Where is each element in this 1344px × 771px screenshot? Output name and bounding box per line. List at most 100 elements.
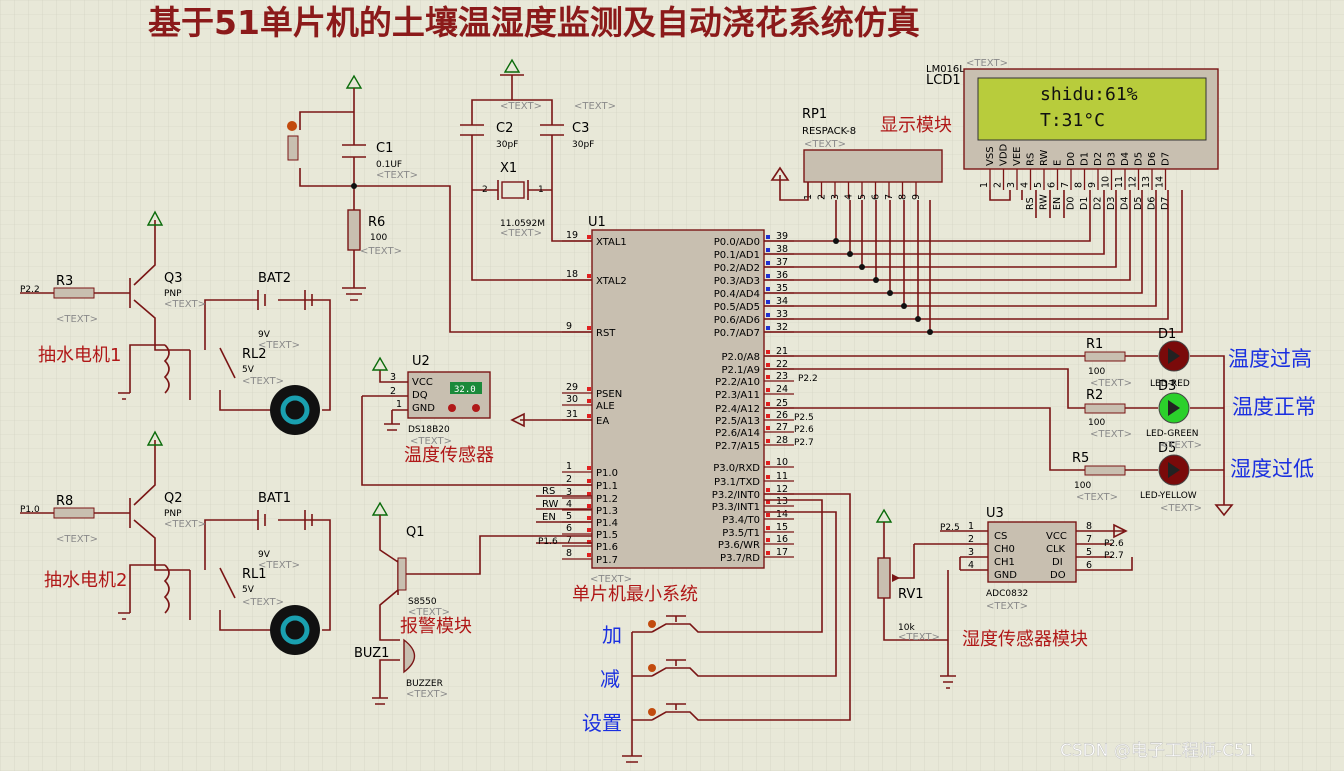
d3-text-tag: <TEXT> [1160, 440, 1202, 451]
rp1-model: RESPACK-8 [802, 126, 856, 137]
pin-marker [587, 516, 591, 520]
r3-ref: R3 [56, 274, 73, 289]
q2-val: PNP [164, 509, 182, 519]
r2-ref: R2 [1086, 388, 1103, 403]
mcu-pin-name: P2.1/A9 [721, 365, 760, 376]
r8-text-tag: <TEXT> [56, 534, 98, 545]
lcd-pin-name: E [1053, 160, 1064, 166]
lcd-pin-name: D7 [1161, 152, 1172, 166]
pin-marker [766, 461, 770, 465]
q3-text-tag: <TEXT> [164, 299, 206, 310]
mcu-pin-number: 16 [776, 534, 788, 545]
pin-marker [587, 479, 591, 483]
d3-val: LED-GREEN [1146, 429, 1199, 439]
mcu-pin-name: P0.6/AD6 [714, 315, 760, 326]
lcd-pin-name: VSS [985, 146, 996, 166]
mcu-pin-name: P1.1 [596, 481, 618, 492]
bat2-val: 9V [258, 330, 271, 340]
rp1-pin-number: 6 [871, 194, 882, 200]
mcu-pin-name: P3.0/RXD [713, 463, 760, 474]
humidity-sensor-label: 湿度传感器模块 [962, 629, 1088, 650]
pin-marker [766, 261, 770, 265]
lcd-pin-number: 2 [993, 182, 1004, 188]
r1-ref: R1 [1086, 337, 1103, 352]
lcd-pin-number: 1 [979, 182, 990, 188]
pin-marker [587, 235, 591, 239]
lcd-pin-name: D3 [1107, 152, 1118, 166]
u2-reading: 32.0 [454, 385, 476, 395]
mcu-pin-name: P1.3 [596, 506, 618, 517]
pin-marker [766, 526, 770, 530]
rv1-text-tag: <TEXT> [898, 632, 940, 643]
rp1-pin-number: 4 [844, 194, 855, 200]
mcu-pin-name: P0.0/AD0 [714, 237, 760, 248]
mcu-pin-name: P1.4 [596, 518, 618, 529]
rp1-pin-number: 9 [911, 194, 922, 200]
mcu-pin-name: P3.6/WR [718, 540, 760, 551]
r6-text-tag: <TEXT> [360, 246, 402, 257]
lcd-pin-number: 7 [1060, 182, 1071, 188]
lcd-pin-name: D6 [1147, 152, 1158, 166]
net-p10-motor: P1.0 [20, 505, 40, 515]
net-p27-mcu: P2.7 [794, 438, 814, 448]
r2-text-tag: <TEXT> [1090, 429, 1132, 440]
mcu-pin-number: 18 [566, 269, 578, 280]
pin-marker [766, 414, 770, 418]
mcu-pin-number: 5 [566, 511, 572, 522]
u2-pin-gnd: GND [412, 403, 435, 414]
mcu-pin-name: P3.3/INT1 [712, 502, 760, 513]
net-p22-motor: P2.2 [20, 285, 40, 295]
net-p25-mcu: P2.5 [794, 413, 814, 423]
mcu-pin-name: P2.6/A14 [715, 428, 760, 439]
pin-marker [587, 387, 591, 391]
mcu-pin-name: P0.5/AD5 [714, 302, 760, 313]
lcd-net-label: D4 [1120, 197, 1131, 210]
alarm-label: 报警模块 [400, 616, 472, 637]
mcu-pin-name: P1.2 [596, 494, 618, 505]
mcu-pin-name: P1.7 [596, 555, 618, 566]
rl1-ref: RL1 [242, 567, 267, 582]
pin-marker [766, 475, 770, 479]
led-humidity-low-label: 湿度过低 [1230, 457, 1314, 481]
rp1-pin-number: 2 [817, 194, 828, 200]
lcd-net-label: D7 [1160, 197, 1171, 210]
mcu-pin-number: 17 [776, 547, 788, 558]
mcu-pin-number: 31 [566, 409, 578, 420]
u2-pin-vcc: VCC [412, 377, 433, 388]
buz-text-tag: <TEXT> [406, 689, 448, 700]
u3-pin-cs: CS [994, 531, 1007, 542]
u2-pin-dq: DQ [412, 390, 428, 401]
rl2-val: 5V [242, 365, 255, 375]
pin-marker [587, 553, 591, 557]
mcu-u1[interactable]: U1 19 XTAL1 18 XTAL2 9 RST 29 PSEN 30 ALE 31 EA 1 P1.… [562, 215, 794, 585]
led-temp-high-label: 温度过高 [1228, 347, 1312, 371]
lcd-pin-name: D2 [1093, 152, 1104, 166]
lcd-pin-number: 8 [1074, 182, 1085, 188]
rl1-val: 5V [242, 585, 255, 595]
lcd-pin-number: 9 [1087, 182, 1098, 188]
mcu-pin-name: P3.5/T1 [722, 528, 760, 539]
lcd-pin-name: RW [1039, 149, 1050, 166]
rp1-ref: RP1 [802, 107, 827, 122]
u3-text-tag: <TEXT> [986, 601, 1028, 612]
u2-pin3-num: 3 [390, 372, 396, 383]
mcu-pin-name: P0.7/AD7 [714, 328, 760, 339]
u3-rnum-7: 7 [1086, 534, 1092, 545]
q2-ref: Q2 [164, 491, 183, 506]
u3-pin-vcc: VCC [1046, 531, 1067, 542]
pin-marker [766, 350, 770, 354]
mcu-pin-name: P1.0 [596, 468, 618, 479]
rp1-pin-number: 8 [898, 194, 909, 200]
bat1-val: 9V [258, 550, 271, 560]
lcd-net-label: EN [1052, 197, 1063, 210]
mcu-pin-number: 26 [776, 410, 788, 421]
r6-ref: R6 [368, 215, 385, 230]
mcu-pin-name: P3.1/TXD [714, 477, 760, 488]
lcd-net-label: RS [1025, 197, 1036, 210]
lcd-pin-name: D5 [1134, 152, 1145, 166]
x1-text-tag: <TEXT> [500, 228, 542, 239]
u3-pin-di: DI [1052, 557, 1063, 568]
mcu-pin-number: 8 [566, 548, 572, 559]
mcu-pin-number: 30 [566, 394, 578, 405]
r8-ref: R8 [56, 494, 73, 509]
